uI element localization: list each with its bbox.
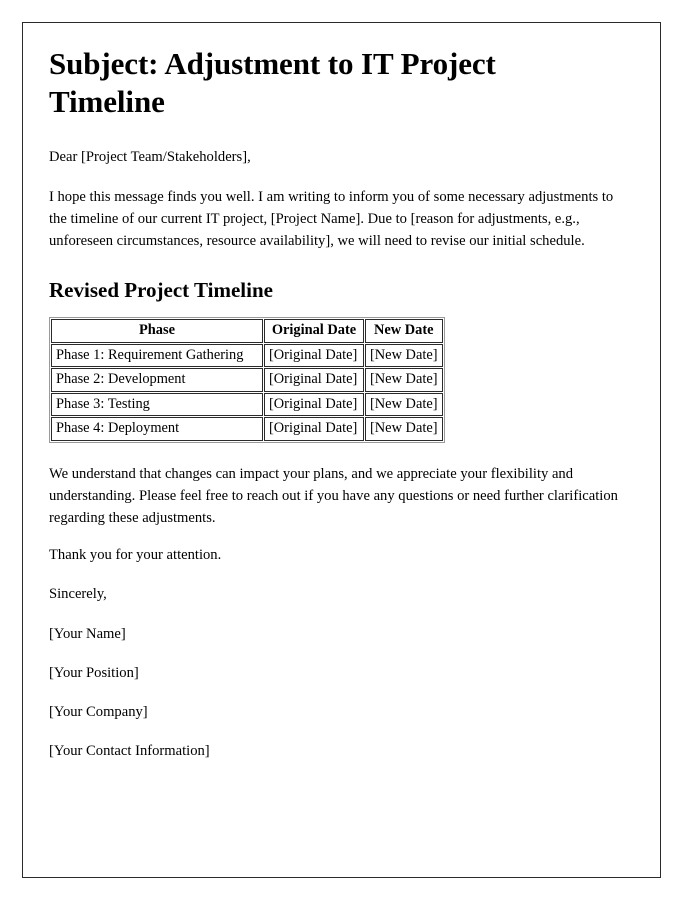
document-page: Subject: Adjustment to IT Project Timeli…	[22, 22, 661, 878]
closing-paragraph: We understand that changes can impact yo…	[49, 465, 618, 527]
cell-original-date: [Original Date]	[264, 343, 364, 368]
signature-company: [Your Company]	[49, 703, 148, 720]
column-header-phase: Phase	[51, 319, 263, 343]
column-header-original-date: Original Date	[264, 319, 364, 343]
cell-new-date: [New Date]	[365, 343, 443, 368]
document-body: Subject: Adjustment to IT Project Timeli…	[23, 23, 660, 762]
cell-new-date: [New Date]	[365, 392, 443, 417]
column-header-new-date: New Date	[365, 319, 443, 343]
signature-position: [Your Position]	[49, 664, 139, 681]
sign-off-line: Sincerely,	[49, 586, 107, 603]
table-header-row: Phase Original Date New Date	[51, 319, 443, 343]
intro-paragraph: I hope this message finds you well. I am…	[49, 188, 614, 250]
table-row: Phase 1: Requirement Gathering [Original…	[51, 343, 443, 368]
thank-you-line: Thank you for your attention.	[49, 547, 222, 564]
cell-original-date: [Original Date]	[264, 392, 364, 417]
cell-new-date: [New Date]	[365, 368, 443, 392]
table-row: Phase 3: Testing [Original Date] [New Da…	[51, 392, 443, 417]
signature-contact: [Your Contact Information]	[49, 742, 210, 759]
cell-phase: Phase 1: Requirement Gathering	[51, 343, 263, 368]
salutation-line: Dear [Project Team/Stakeholders],	[49, 148, 251, 165]
cell-original-date: [Original Date]	[264, 417, 364, 441]
page-title: Subject: Adjustment to IT Project Timeli…	[49, 46, 496, 119]
cell-original-date: [Original Date]	[264, 368, 364, 392]
cell-phase: Phase 3: Testing	[51, 392, 263, 417]
signature-name: [Your Name]	[49, 625, 126, 642]
cell-new-date: [New Date]	[365, 417, 443, 441]
cell-phase: Phase 2: Development	[51, 368, 263, 392]
cell-phase: Phase 4: Deployment	[51, 417, 263, 441]
section-heading-revised-timeline: Revised Project Timeline	[49, 278, 273, 303]
table-row: Phase 4: Deployment [Original Date] [New…	[51, 417, 443, 441]
table-row: Phase 2: Development [Original Date] [Ne…	[51, 368, 443, 392]
revised-timeline-table: Phase Original Date New Date Phase 1: Re…	[49, 317, 445, 443]
